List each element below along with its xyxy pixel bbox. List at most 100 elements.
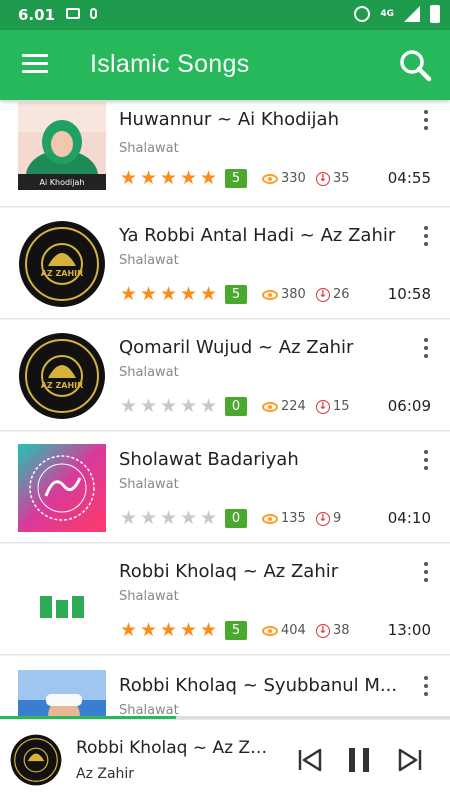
eye-icon xyxy=(262,625,278,636)
alarm-icon xyxy=(354,6,371,22)
song-category: Shalawat xyxy=(119,703,179,716)
download-icon: ↓ xyxy=(316,399,330,414)
battery-icon xyxy=(430,5,440,23)
song-category: Shalawat xyxy=(119,589,179,604)
previous-track-icon[interactable] xyxy=(296,746,324,774)
song-title: Robbi Kholaq ~ Syubbanul M... xyxy=(119,675,398,696)
star-icon: ★ xyxy=(139,283,158,305)
download-icon: ↓ xyxy=(316,287,330,302)
star-icon: ★ xyxy=(139,507,158,529)
star-icon: ★ xyxy=(179,283,198,305)
app-bar: Islamic Songs xyxy=(0,30,450,100)
downloads-count: ↓ 9 xyxy=(316,511,341,526)
network-type: 4G xyxy=(380,8,394,19)
search-icon[interactable] xyxy=(398,48,432,82)
star-icon: ★ xyxy=(119,507,138,529)
star-icon: ★ xyxy=(119,619,138,641)
song-thumbnail: AZ ZAHIR xyxy=(18,332,106,420)
next-track-icon[interactable] xyxy=(396,746,424,774)
status-time: 6.01 xyxy=(18,6,56,24)
song-title: Qomaril Wujud ~ Az Zahir xyxy=(119,337,354,358)
views-count: 380 xyxy=(262,287,306,302)
song-list[interactable]: Ai Khodijah Huwannur ~ Ai Khodijah Shala… xyxy=(0,100,450,716)
downloads-count: ↓ 38 xyxy=(316,623,350,638)
star-icon: ★ xyxy=(139,619,158,641)
song-category: Shalawat xyxy=(119,253,179,268)
download-icon: ↓ xyxy=(316,511,330,526)
thumbnail-caption: Ai Khodijah xyxy=(40,178,85,187)
page-title: Islamic Songs xyxy=(90,50,250,78)
song-thumbnail: Ai Khodijah xyxy=(18,102,106,190)
downloads-count: ↓ 35 xyxy=(316,171,350,186)
star-icon: ★ xyxy=(179,507,198,529)
download-icon: ↓ xyxy=(316,623,330,638)
star-icon: ★ xyxy=(119,283,138,305)
song-thumbnail: AZ ZAHIR xyxy=(18,220,106,308)
star-icon: ★ xyxy=(199,395,218,417)
song-row[interactable]: Robbi Kholaq ~ Syubbanul M... Shalawat xyxy=(0,656,450,716)
star-icon: ★ xyxy=(199,507,218,529)
star-icon: ★ xyxy=(159,167,178,189)
star-icon: ★ xyxy=(179,619,198,641)
song-row[interactable]: AZ ZAHIR Qomaril Wujud ~ Az Zahir Shalaw… xyxy=(0,320,450,431)
thumbnail-caption: AZ ZAHIR xyxy=(41,269,84,278)
song-title: Robbi Kholaq ~ Az Zahir xyxy=(119,561,339,582)
star-icon: ★ xyxy=(139,167,158,189)
signal-icon xyxy=(404,6,420,22)
song-thumbnail xyxy=(18,670,106,716)
song-thumbnail xyxy=(18,444,106,532)
song-title: Sholawat Badariyah xyxy=(119,449,299,470)
rating-stars: ★ ★ ★ ★ ★ xyxy=(119,509,218,528)
star-icon: ★ xyxy=(159,619,178,641)
song-duration: 04:10 xyxy=(387,509,431,527)
star-icon: ★ xyxy=(119,167,138,189)
rating-stars: ★ ★ ★ ★ ★ xyxy=(119,397,218,416)
mini-player[interactable]: Robbi Kholaq ~ Az Za... Az Zahir xyxy=(0,719,450,800)
downloads-count: ↓ 26 xyxy=(316,287,350,302)
song-title: Ya Robbi Antal Hadi ~ Az Zahir xyxy=(119,225,396,246)
views-count: 404 xyxy=(262,623,306,638)
more-options-icon[interactable] xyxy=(422,676,430,698)
thumbnail-caption: AZ ZAHIR xyxy=(41,381,84,390)
rating-count-badge: 5 xyxy=(225,621,247,640)
views-count: 330 xyxy=(262,171,306,186)
hamburger-menu-icon[interactable] xyxy=(22,54,48,74)
song-duration: 10:58 xyxy=(387,285,431,303)
message-icon xyxy=(66,8,80,19)
song-duration: 04:55 xyxy=(387,169,431,187)
rating-stars: ★ ★ ★ ★ ★ xyxy=(119,169,218,188)
status-bar: 6.01 4G xyxy=(0,0,450,30)
thermometer-icon xyxy=(90,8,97,19)
more-options-icon[interactable] xyxy=(422,338,430,360)
song-title: Huwannur ~ Ai Khodijah xyxy=(119,109,339,130)
notification-icons xyxy=(66,8,97,19)
star-icon: ★ xyxy=(199,167,218,189)
pause-icon[interactable] xyxy=(345,746,373,774)
eye-icon xyxy=(262,173,278,184)
download-icon: ↓ xyxy=(316,171,330,186)
song-category: Shalawat xyxy=(119,365,179,380)
rating-stars: ★ ★ ★ ★ ★ xyxy=(119,621,218,640)
star-icon: ★ xyxy=(159,507,178,529)
views-count: 135 xyxy=(262,511,306,526)
star-icon: ★ xyxy=(179,395,198,417)
song-row[interactable]: Ai Khodijah Huwannur ~ Ai Khodijah Shala… xyxy=(0,100,450,207)
rating-count-badge: 0 xyxy=(225,397,247,416)
eye-icon xyxy=(262,289,278,300)
star-icon: ★ xyxy=(179,167,198,189)
song-row[interactable]: AZ ZAHIR Ya Robbi Antal Hadi ~ Az Zahir … xyxy=(0,208,450,319)
more-options-icon[interactable] xyxy=(422,562,430,584)
more-options-icon[interactable] xyxy=(422,450,430,472)
more-options-icon[interactable] xyxy=(422,110,430,132)
more-options-icon[interactable] xyxy=(422,226,430,248)
song-row[interactable]: Robbi Kholaq ~ Az Zahir Shalawat ★ ★ ★ ★ ★ 5… xyxy=(0,544,450,655)
song-row[interactable]: Sholawat Badariyah Shalawat ★ ★ ★ ★ ★ 0 135 … xyxy=(0,432,450,543)
rating-count-badge: 5 xyxy=(225,285,247,304)
eye-icon xyxy=(262,401,278,412)
equalizer-icon xyxy=(18,556,106,644)
now-playing-title: Robbi Kholaq ~ Az Za... xyxy=(76,738,271,758)
eye-icon xyxy=(262,513,278,524)
rating-stars: ★ ★ ★ ★ ★ xyxy=(119,285,218,304)
star-icon: ★ xyxy=(159,283,178,305)
song-category: Shalawat xyxy=(119,477,179,492)
